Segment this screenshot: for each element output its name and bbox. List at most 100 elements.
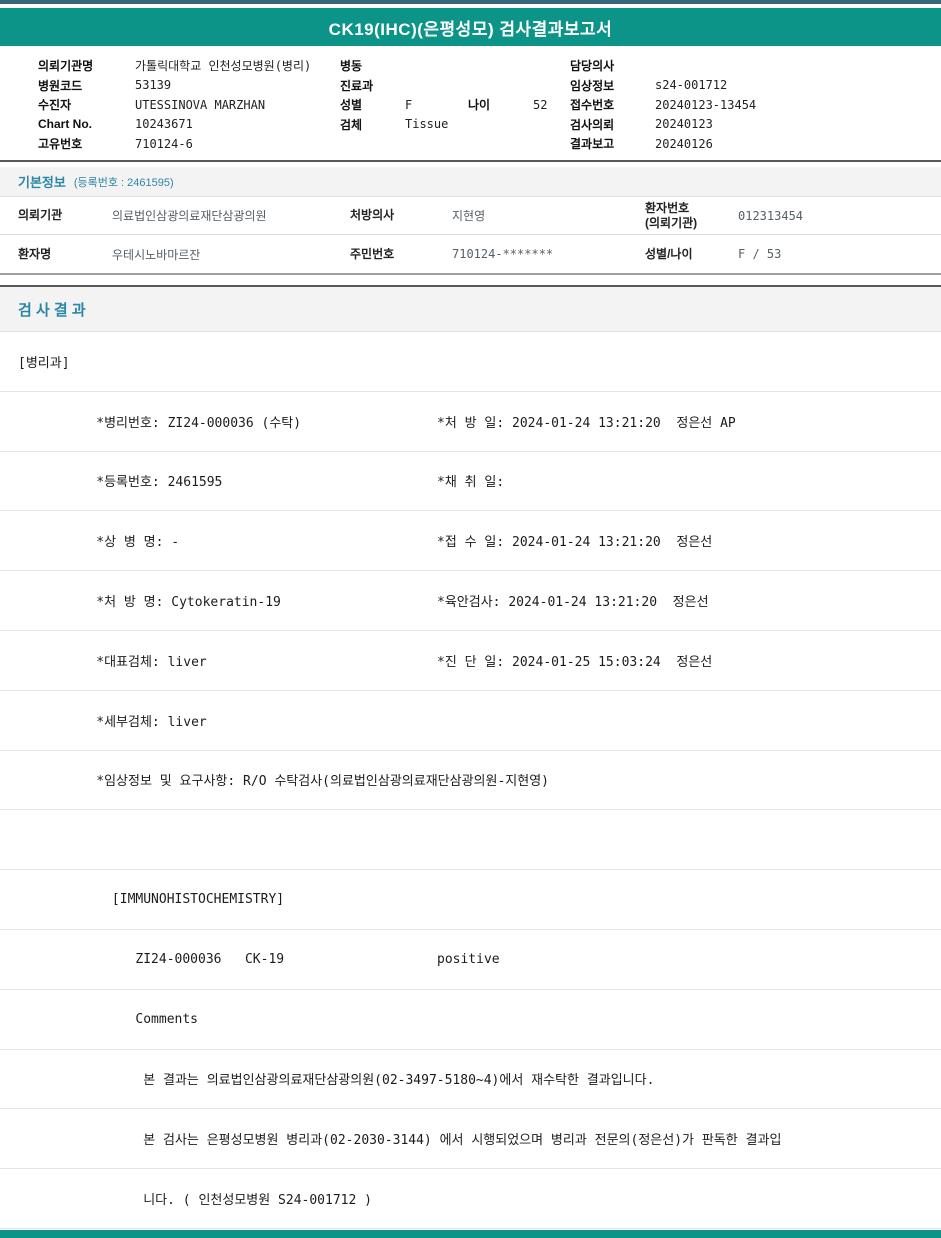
result-text-right: *진 단 일: 2024-01-25 15:03:24 정은선 bbox=[437, 654, 713, 670]
result-text-left: [IMMUNOHISTOCHEMISTRY] bbox=[18, 892, 285, 908]
result-text-left: ZI24-000036 CK-19 bbox=[18, 951, 285, 967]
cell-resident-no-value: 710124-******* bbox=[452, 247, 554, 261]
cell-referring-org-label: 의뢰기관 bbox=[18, 208, 63, 222]
result-text-left: *병리번호: ZI24-000036 (수탁) bbox=[18, 415, 302, 431]
field-label: 의뢰기관명 bbox=[38, 59, 94, 74]
field-label-age: 나이 bbox=[468, 98, 491, 113]
cell-prescribing-doctor-value: 지현영 bbox=[452, 209, 486, 223]
field-value: Tissue bbox=[405, 117, 449, 132]
result-row-sub-specimen: *세부검체: liver bbox=[0, 690, 941, 751]
result-text-left: [병리과] bbox=[18, 355, 70, 371]
result-row-pathology-no: *병리번호: ZI24-000036 (수탁) *처 방 일: 2024-01-… bbox=[0, 391, 941, 452]
result-text-left: *세부검체: liver bbox=[18, 714, 207, 730]
report-title: CK19(IHC)(은평성모) 검사결과보고서 bbox=[328, 19, 613, 39]
field-specimen: 검체 Tissue bbox=[340, 115, 547, 135]
field-value: 20240123-13454 bbox=[655, 97, 757, 112]
result-text-left: *임상정보 및 요구사항: R/O 수탁검사(의료법인삼광의료재단삼광의원-지현… bbox=[18, 774, 549, 790]
field-label: 수진자 bbox=[38, 98, 72, 113]
field-value: UTESSINOVA MARZHAN bbox=[135, 97, 266, 112]
cell-sex-age-value: F / 53 bbox=[738, 247, 782, 261]
result-text-right: *육안검사: 2024-01-24 13:21:20 정은선 bbox=[437, 595, 709, 611]
field-value: 20240123 bbox=[655, 117, 713, 132]
result-text-left: 니다. ( 인천성모병원 S24-001712 ) bbox=[18, 1193, 372, 1209]
result-row-registration-no: *등록번호: 2461595 *채 취 일: bbox=[0, 451, 941, 512]
test-results-section-header: 검 사 결 과 bbox=[0, 285, 941, 332]
result-row-comment-2: 본 검사는 은평성모병원 병리과(02-2030-3144) 에서 시행되었으며… bbox=[0, 1109, 941, 1170]
result-text-left: *상 병 명: - bbox=[18, 535, 180, 551]
field-examinee-name: 수진자 UTESSINOVA MARZHAN bbox=[38, 95, 311, 115]
field-test-request-date: 검사의뢰 20240123 bbox=[570, 115, 756, 135]
field-label: 고유번호 bbox=[38, 137, 83, 152]
test-results-title: 검 사 결 과 bbox=[18, 301, 86, 319]
field-label: 검사의뢰 bbox=[570, 117, 615, 132]
field-chart-no: Chart No. 10243671 bbox=[38, 115, 311, 135]
result-row-ihc-heading: [IMMUNOHISTOCHEMISTRY] bbox=[0, 870, 941, 930]
field-ward: 병동 bbox=[340, 56, 547, 76]
report-title-bar: CK19(IHC)(은평성모) 검사결과보고서 bbox=[0, 8, 941, 46]
result-text-right: positive bbox=[437, 951, 500, 967]
field-label: 병원코드 bbox=[38, 78, 83, 93]
basic-info-table: 의뢰기관 의료법인삼광의료재단삼광의원 처방의사 지현영 환자번호 (의뢰기관)… bbox=[0, 197, 941, 275]
field-value-sex: F bbox=[405, 97, 413, 112]
field-value: 10243671 bbox=[135, 117, 193, 132]
patient-header-left-column: 의뢰기관명 가톨릭대학교 인천성모병원(병리) 병원코드 53139 수진자 U… bbox=[38, 56, 311, 154]
result-row-blank bbox=[0, 810, 941, 871]
patient-header-right-column: 담당의사 임상정보 s24-001712 접수번호 20240123-13454… bbox=[570, 56, 756, 154]
result-text-left: Comments bbox=[18, 1011, 199, 1027]
cell-patient-no-label: 환자번호 (의뢰기관) bbox=[645, 200, 698, 230]
result-text-right: *접 수 일: 2024-01-24 13:21:20 정은선 bbox=[437, 535, 713, 551]
result-row-comments-heading: Comments bbox=[0, 989, 941, 1050]
basic-info-row-1: 의뢰기관 의료법인삼광의료재단삼광의원 처방의사 지현영 환자번호 (의뢰기관)… bbox=[0, 197, 941, 235]
test-results-body: [병리과] *병리번호: ZI24-000036 (수탁) *처 방 일: 20… bbox=[0, 332, 941, 1229]
basic-info-section-header: 기본정보 (등록번호 : 2461595) bbox=[0, 167, 941, 197]
result-text-left: *대표검체: liver bbox=[18, 654, 207, 670]
field-label: 결과보고 bbox=[570, 137, 615, 152]
result-text-right: *처 방 일: 2024-01-24 13:21:20 정은선 AP bbox=[437, 415, 736, 431]
field-label: 접수번호 bbox=[570, 98, 615, 113]
patient-header: 의뢰기관명 가톨릭대학교 인천성모병원(병리) 병원코드 53139 수진자 U… bbox=[0, 46, 941, 160]
basic-info-registration-no: (등록번호 : 2461595) bbox=[73, 176, 174, 189]
field-value: 20240126 bbox=[655, 136, 713, 151]
cell-resident-no-label: 주민번호 bbox=[350, 246, 395, 261]
result-text-left: *처 방 명: Cytokeratin-19 bbox=[18, 595, 281, 611]
field-label: 임상정보 bbox=[570, 78, 615, 93]
result-row-main-specimen: *대표검체: liver *진 단 일: 2024-01-25 15:03:24… bbox=[0, 630, 941, 691]
field-requesting-org-name: 의뢰기관명 가톨릭대학교 인천성모병원(병리) bbox=[38, 56, 311, 76]
field-unique-no: 고유번호 710124-6 bbox=[38, 134, 311, 154]
field-value-age: 52 bbox=[533, 97, 548, 112]
field-result-report-date: 결과보고 20240126 bbox=[570, 134, 756, 154]
field-value: 53139 bbox=[135, 78, 172, 93]
cell-patient-no-value: 012313454 bbox=[738, 208, 804, 223]
cell-patient-name-value: 우테시노바마르잔 bbox=[112, 247, 201, 262]
cell-prescribing-doctor-label: 처방의사 bbox=[350, 208, 395, 222]
field-label: 담당의사 bbox=[570, 59, 615, 74]
field-value: s24-001712 bbox=[655, 78, 728, 93]
cell-referring-org-value: 의료법인삼광의료재단삼광의원 bbox=[112, 209, 267, 223]
cell-patient-name-label: 환자명 bbox=[18, 246, 52, 261]
patient-header-middle-column: 병동 진료과 성별 F 나이 52 검체 Tissue bbox=[340, 56, 547, 134]
result-text-left: *등록번호: 2461595 bbox=[18, 475, 223, 491]
field-attending-doctor: 담당의사 bbox=[570, 56, 756, 76]
result-row-clinical-request: *임상정보 및 요구사항: R/O 수탁검사(의료법인삼광의료재단삼광의원-지현… bbox=[0, 750, 941, 811]
result-text-right: *채 취 일: bbox=[437, 475, 505, 491]
field-value: 가톨릭대학교 인천성모병원(병리) bbox=[135, 59, 312, 74]
result-row-diagnosis-name: *상 병 명: - *접 수 일: 2024-01-24 13:21:20 정은… bbox=[0, 511, 941, 572]
cell-sex-age-label: 성별/나이 bbox=[645, 246, 693, 261]
field-accession-no: 접수번호 20240123-13454 bbox=[570, 95, 756, 115]
field-hospital-code: 병원코드 53139 bbox=[38, 76, 311, 96]
result-row-ck19-result: ZI24-000036 CK-19 positive bbox=[0, 929, 941, 990]
result-text-left: 본 검사는 은평성모병원 병리과(02-2030-3144) 에서 시행되었으며… bbox=[18, 1133, 782, 1149]
field-label-sex: 성별 bbox=[340, 98, 363, 113]
field-clinical-info: 임상정보 s24-001712 bbox=[570, 76, 756, 96]
field-sex-age: 성별 F 나이 52 bbox=[340, 95, 547, 115]
field-value: 710124-6 bbox=[135, 136, 193, 151]
result-row-comment-1: 본 결과는 의료법인삼광의료재단삼광의원(02-3497-5180~4)에서 재… bbox=[0, 1049, 941, 1110]
bottom-accent-bar bbox=[0, 1230, 941, 1238]
basic-info-row-2: 환자명 우테시노바마르잔 주민번호 710124-******* 성별/나이 F… bbox=[0, 235, 941, 273]
field-department: 진료과 bbox=[340, 76, 547, 96]
result-row-department: [병리과] bbox=[0, 332, 941, 392]
field-label: Chart No. bbox=[38, 117, 92, 132]
result-row-comment-3: 니다. ( 인천성모병원 S24-001712 ) bbox=[0, 1169, 941, 1229]
result-text-left: 본 결과는 의료법인삼광의료재단삼광의원(02-3497-5180~4)에서 재… bbox=[18, 1073, 655, 1089]
field-label: 검체 bbox=[340, 117, 363, 132]
